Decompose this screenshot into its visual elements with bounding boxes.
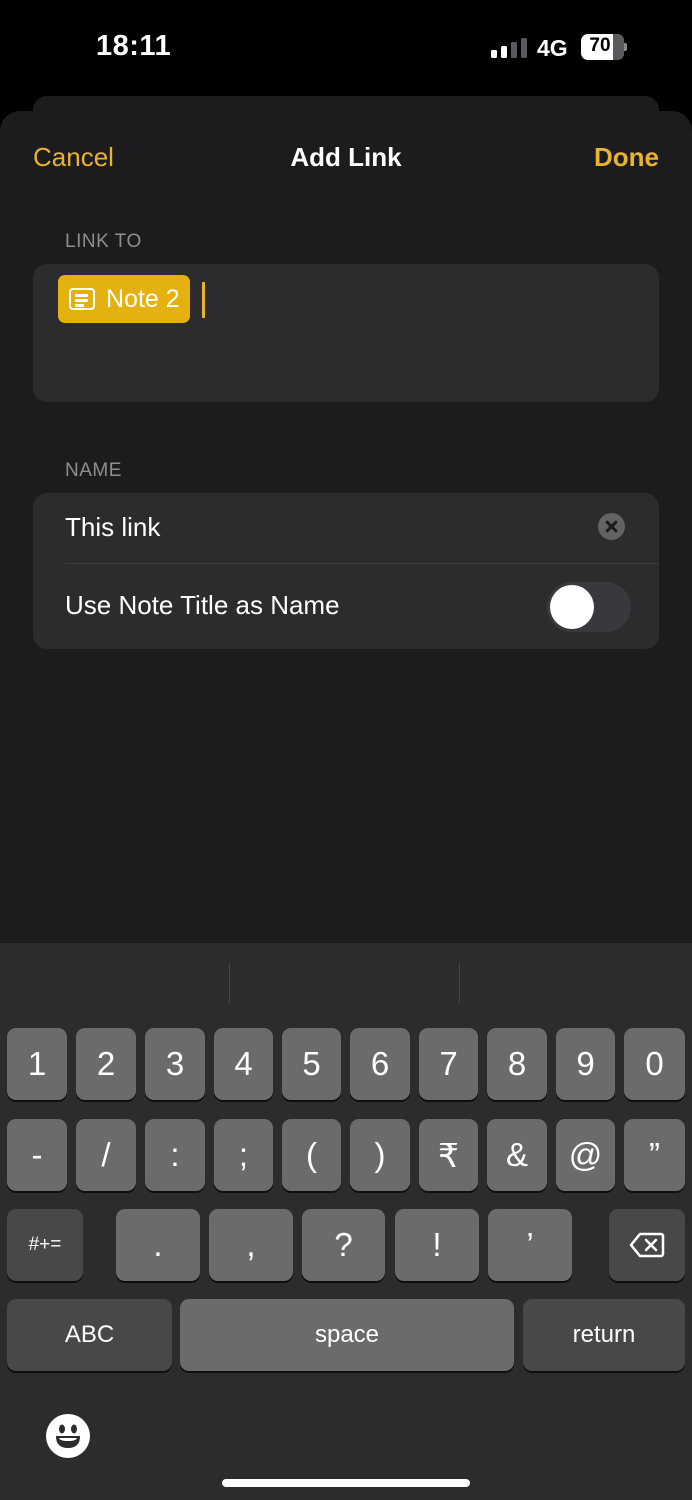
suggestion-divider xyxy=(229,963,230,1003)
emoji-icon[interactable] xyxy=(46,1414,90,1458)
key-question[interactable]: ? xyxy=(302,1209,385,1281)
battery-level: 70 xyxy=(589,35,611,56)
key-4[interactable]: 4 xyxy=(214,1028,273,1100)
space-key[interactable]: space xyxy=(180,1299,514,1371)
link-to-label: LINK TO xyxy=(65,231,142,252)
key-rupee[interactable]: ₹ xyxy=(419,1119,478,1191)
key-at[interactable]: @ xyxy=(556,1119,615,1191)
use-note-title-toggle[interactable] xyxy=(547,582,631,632)
key-colon[interactable]: : xyxy=(145,1119,205,1191)
note-link-label: Note 2 xyxy=(106,284,180,313)
key-apostrophe[interactable]: ’ xyxy=(488,1209,572,1281)
backspace-icon xyxy=(629,1232,665,1258)
note-link-chip[interactable]: Note 2 xyxy=(58,275,190,323)
signal-icon xyxy=(491,38,527,58)
key-close-paren[interactable]: ) xyxy=(350,1119,410,1191)
note-icon xyxy=(69,288,95,310)
key-quote[interactable]: ” xyxy=(624,1119,685,1191)
key-period[interactable]: . xyxy=(116,1209,200,1281)
key-5[interactable]: 5 xyxy=(282,1028,341,1100)
divider xyxy=(65,563,659,564)
network-type: 4G xyxy=(537,35,568,61)
key-comma[interactable]: , xyxy=(209,1209,293,1281)
key-9[interactable]: 9 xyxy=(556,1028,615,1100)
key-6[interactable]: 6 xyxy=(350,1028,410,1100)
status-time: 18:11 xyxy=(96,30,172,62)
key-slash[interactable]: / xyxy=(76,1119,136,1191)
abc-key[interactable]: ABC xyxy=(7,1299,172,1371)
key-8[interactable]: 8 xyxy=(487,1028,547,1100)
key-1[interactable]: 1 xyxy=(7,1028,67,1100)
key-hyphen[interactable]: - xyxy=(7,1119,67,1191)
done-button[interactable]: Done xyxy=(594,142,659,173)
key-open-paren[interactable]: ( xyxy=(282,1119,341,1191)
clear-text-icon[interactable] xyxy=(598,513,625,540)
status-bar: 18:11 4G 70 xyxy=(0,0,692,96)
use-note-title-label: Use Note Title as Name xyxy=(65,590,340,620)
key-exclamation[interactable]: ! xyxy=(395,1209,479,1281)
return-key[interactable]: return xyxy=(523,1299,685,1371)
key-0[interactable]: 0 xyxy=(624,1028,685,1100)
more-symbols-key[interactable]: #+= xyxy=(7,1209,83,1281)
key-ampersand[interactable]: & xyxy=(487,1119,547,1191)
key-7[interactable]: 7 xyxy=(419,1028,478,1100)
name-label: NAME xyxy=(65,460,122,481)
page-title: Add Link xyxy=(290,142,402,172)
home-indicator[interactable] xyxy=(222,1479,470,1487)
delete-key[interactable] xyxy=(609,1209,685,1281)
name-input[interactable]: This link xyxy=(65,512,160,543)
key-semicolon[interactable]: ; xyxy=(214,1119,273,1191)
battery-icon: 70 xyxy=(581,34,627,60)
toggle-knob xyxy=(550,585,594,629)
key-3[interactable]: 3 xyxy=(145,1028,205,1100)
suggestion-divider xyxy=(459,963,460,1003)
text-cursor xyxy=(202,282,205,318)
key-2[interactable]: 2 xyxy=(76,1028,136,1100)
